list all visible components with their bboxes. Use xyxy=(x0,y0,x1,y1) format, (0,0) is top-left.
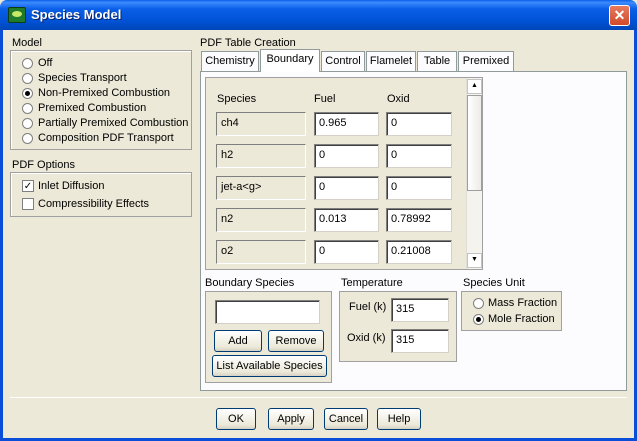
radio-icon[interactable] xyxy=(22,103,33,114)
radio-icon[interactable] xyxy=(473,298,484,309)
oxid-temp-input[interactable]: 315 xyxy=(391,329,449,353)
list-available-species-button[interactable]: List Available Species xyxy=(212,355,327,377)
species-unit-label: Species Unit xyxy=(463,277,525,289)
boundary-species-input[interactable] xyxy=(215,300,320,324)
pdf-options-group xyxy=(10,172,192,217)
temperature-label: Temperature xyxy=(341,277,403,289)
tab-premixed[interactable]: Premixed xyxy=(458,51,514,71)
radio-label: Composition PDF Transport xyxy=(38,132,174,144)
oxid-input[interactable]: 0 xyxy=(386,112,452,136)
fuel-temp-input[interactable]: 315 xyxy=(391,298,449,322)
tab-table[interactable]: Table xyxy=(417,51,457,71)
oxid-input[interactable]: 0 xyxy=(386,144,452,168)
oxid-input[interactable]: 0 xyxy=(386,176,452,200)
window-title: Species Model xyxy=(31,7,122,22)
fuel-input[interactable]: 0.965 xyxy=(314,112,379,136)
species-cell: ch4 xyxy=(216,112,306,136)
app-icon xyxy=(8,7,26,23)
footer-divider xyxy=(10,397,627,398)
checkmark-icon[interactable]: ✓ xyxy=(22,180,34,192)
checkbox-icon[interactable] xyxy=(22,198,34,210)
species-cell: n2 xyxy=(216,208,306,232)
header-species: Species xyxy=(217,93,257,105)
radio-label: Off xyxy=(38,57,53,69)
radio-label: Partially Premixed Combustion xyxy=(38,117,189,129)
checkbox-label: Compressibility Effects xyxy=(38,198,150,210)
species-cell: h2 xyxy=(216,144,306,168)
fuel-input[interactable]: 0 xyxy=(314,176,379,200)
species-cell: o2 xyxy=(216,240,306,264)
radio-label: Species Transport xyxy=(38,72,127,84)
boundary-species-label: Boundary Species xyxy=(205,277,295,289)
help-button[interactable]: Help xyxy=(377,408,421,430)
radio-label: Premixed Combustion xyxy=(38,102,147,114)
model-label: Model xyxy=(12,37,42,49)
apply-button[interactable]: Apply xyxy=(268,408,314,430)
fuel-input[interactable]: 0 xyxy=(314,240,379,264)
radio-selected-icon[interactable] xyxy=(22,88,33,99)
scroll-down-icon[interactable]: ▼ xyxy=(467,253,482,268)
header-oxid: Oxid xyxy=(387,93,410,105)
oxid-input[interactable]: 0.21008 xyxy=(386,240,452,264)
tab-chemistry[interactable]: Chemistry xyxy=(201,51,259,71)
oxid-temp-label: Oxid (k) xyxy=(347,332,386,344)
radio-icon[interactable] xyxy=(22,118,33,129)
tab-control[interactable]: Control xyxy=(321,51,365,71)
radio-label: Mole Fraction xyxy=(488,313,555,325)
ok-button[interactable]: OK xyxy=(216,408,256,430)
pdf-options-label: PDF Options xyxy=(12,159,75,171)
fuel-input[interactable]: 0 xyxy=(314,144,379,168)
close-button[interactable]: ✕ xyxy=(609,5,630,26)
fuel-temp-label: Fuel (k) xyxy=(349,301,387,313)
fuel-input[interactable]: 0.013 xyxy=(314,208,379,232)
radio-icon[interactable] xyxy=(22,133,33,144)
tab-boundary[interactable]: Boundary xyxy=(260,49,320,72)
species-cell: jet-a<g> xyxy=(216,176,306,200)
cancel-button[interactable]: Cancel xyxy=(324,408,368,430)
oxid-input[interactable]: 0.78992 xyxy=(386,208,452,232)
radio-icon[interactable] xyxy=(22,58,33,69)
radio-label: Mass Fraction xyxy=(488,297,558,309)
radio-selected-icon[interactable] xyxy=(473,314,484,325)
scroll-up-icon[interactable]: ▲ xyxy=(467,79,482,94)
pdf-table-label: PDF Table Creation xyxy=(200,37,296,49)
tab-flamelet[interactable]: Flamelet xyxy=(366,51,416,71)
radio-label: Non-Premixed Combustion xyxy=(38,87,171,99)
checkbox-label: Inlet Diffusion xyxy=(38,180,105,192)
radio-icon[interactable] xyxy=(22,73,33,84)
scrollbar-thumb[interactable] xyxy=(467,95,482,191)
header-fuel: Fuel xyxy=(314,93,336,105)
add-button[interactable]: Add xyxy=(214,330,262,352)
remove-button[interactable]: Remove xyxy=(268,330,324,352)
